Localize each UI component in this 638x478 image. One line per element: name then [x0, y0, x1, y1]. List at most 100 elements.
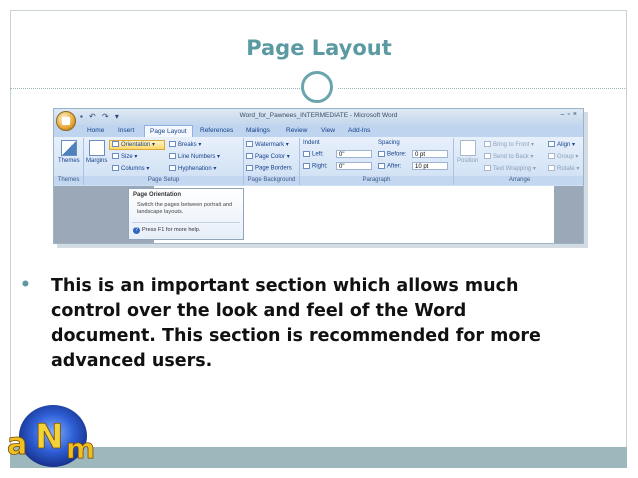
- text-wrapping-icon: [484, 165, 491, 172]
- logo-letter-a: a: [7, 427, 27, 462]
- orientation-tooltip: Page Orientation Switch the pages betwee…: [128, 188, 244, 240]
- align-label: Align: [557, 142, 571, 148]
- indent-left-icon: [303, 151, 310, 157]
- align-button[interactable]: Align ▾: [548, 141, 575, 148]
- logo-letter-n: N: [35, 417, 63, 457]
- send-to-back-button[interactable]: Send to Back ▾: [484, 153, 533, 160]
- watermark-label: Watermark: [255, 142, 285, 148]
- spacing-before-field[interactable]: 0 pt: [412, 150, 448, 158]
- bring-to-front-button[interactable]: Bring to Front ▾: [484, 141, 534, 148]
- logo-letter-m: m: [66, 432, 95, 465]
- tab-home[interactable]: Home: [87, 127, 104, 134]
- breaks-button[interactable]: Breaks ▾: [169, 141, 201, 148]
- page-borders-label: Page Borders: [255, 165, 292, 172]
- title-divider-left: [10, 88, 302, 89]
- size-icon: [112, 153, 119, 160]
- tab-view[interactable]: View: [321, 127, 335, 134]
- ribbon-tabs: Home Insert Page Layout References Maili…: [54, 125, 583, 137]
- indent-left-label: Left:: [303, 151, 324, 158]
- indent-left-field[interactable]: 0": [336, 150, 372, 158]
- word-ribbon-screenshot: ▪ ↶ ↷ ▾ Word_for_Pawnees_INTERMEDIATE - …: [53, 108, 584, 244]
- slide-title: Page Layout: [246, 36, 392, 60]
- group-themes: Themes Themes: [54, 138, 84, 185]
- tab-insert[interactable]: Insert: [118, 127, 134, 134]
- bullet-item: • This is an important section which all…: [20, 274, 577, 374]
- group-label-text: Group: [557, 154, 574, 160]
- tab-page-layout[interactable]: Page Layout: [144, 125, 193, 137]
- tab-mailings[interactable]: Mailings: [246, 127, 270, 134]
- columns-label: Columns: [121, 166, 145, 172]
- indent-right-field[interactable]: 0": [336, 162, 372, 170]
- group-icon: [548, 153, 555, 160]
- orientation-button[interactable]: Orientation ▾: [112, 141, 155, 148]
- bullet-icon: •: [20, 275, 31, 295]
- indent-right-label: Right:: [303, 163, 328, 170]
- bring-to-front-icon: [484, 141, 491, 148]
- group-arrange: Position Bring to Front ▾ Send to Back ▾…: [454, 138, 583, 185]
- breaks-label: Breaks: [178, 142, 197, 148]
- hyphenation-icon: [169, 165, 176, 172]
- watermark-button[interactable]: Watermark ▾: [246, 141, 289, 148]
- group-label-themes: Themes: [54, 176, 83, 185]
- indent-heading: Indent: [303, 140, 320, 146]
- spacing-after-label: After:: [378, 163, 401, 170]
- rotate-button[interactable]: Rotate ▾: [548, 165, 579, 172]
- themes-button[interactable]: Themes: [58, 158, 80, 164]
- group-button[interactable]: Group ▾: [548, 153, 578, 160]
- spacing-after-field[interactable]: 10 pt: [412, 162, 448, 170]
- indent-right-icon: [303, 163, 310, 169]
- window-controls[interactable]: –▫×: [561, 111, 580, 118]
- tab-add-ins[interactable]: Add-Ins: [348, 127, 370, 134]
- page-color-label: Page Color: [255, 154, 286, 160]
- bullet-text: This is an important section which allow…: [51, 276, 541, 371]
- group-page-background: Watermark ▾ Page Color ▾ Page Borders Pa…: [244, 138, 300, 185]
- title-divider-right: [338, 88, 627, 89]
- tooltip-help-text: Press F1 for more help.: [142, 227, 201, 233]
- page-color-button[interactable]: Page Color ▾: [246, 153, 290, 160]
- tooltip-title: Page Orientation: [133, 192, 182, 198]
- text-wrapping-label: Text Wrapping: [493, 166, 532, 172]
- send-to-back-label: Send to Back: [493, 154, 529, 160]
- group-label-page-setup: Page Setup: [84, 176, 243, 185]
- spacing-before-text: Before:: [387, 151, 407, 158]
- ribbon: Themes Themes Margins Orientation ▾ Size…: [54, 137, 583, 187]
- hyphenation-button[interactable]: Hyphenation ▾: [169, 165, 216, 172]
- margins-icon: [89, 140, 105, 156]
- window-title: Word_for_Pawnees_INTERMEDIATE - Microsof…: [239, 112, 398, 119]
- group-page-setup: Margins Orientation ▾ Size ▾ Columns ▾ B…: [84, 138, 244, 185]
- indent-right-text: Right:: [312, 163, 328, 170]
- help-icon: ?: [133, 227, 140, 234]
- office-button-icon[interactable]: [56, 111, 76, 131]
- size-button[interactable]: Size ▾: [112, 153, 137, 160]
- text-wrapping-button[interactable]: Text Wrapping ▾: [484, 165, 536, 172]
- group-label-page-background: Page Background: [244, 176, 299, 185]
- breaks-icon: [169, 141, 176, 148]
- margins-button[interactable]: Margins: [86, 158, 107, 164]
- columns-button[interactable]: Columns ▾: [112, 165, 149, 172]
- themes-icon: [61, 140, 77, 156]
- line-numbers-button[interactable]: Line Numbers ▾: [169, 153, 220, 160]
- rotate-icon: [548, 165, 555, 172]
- page-borders-button[interactable]: Page Borders: [246, 165, 292, 172]
- line-numbers-icon: [169, 153, 176, 160]
- columns-icon: [112, 165, 119, 172]
- align-icon: [548, 141, 555, 148]
- anm-logo: a N m: [7, 405, 96, 467]
- spacing-before-label: Before:: [378, 151, 406, 158]
- spacing-after-icon: [378, 163, 385, 169]
- line-numbers-label: Line Numbers: [178, 154, 216, 160]
- spacing-before-icon: [378, 151, 385, 157]
- hyphenation-label: Hyphenation: [178, 166, 212, 172]
- tooltip-separator: [132, 222, 240, 223]
- position-button[interactable]: Position: [457, 158, 478, 164]
- tab-references[interactable]: References: [200, 127, 233, 134]
- group-paragraph: Indent Left: 0" Right: 0" Spacing Before…: [300, 138, 454, 185]
- group-label-paragraph: Paragraph: [300, 176, 453, 185]
- tab-review[interactable]: Review: [286, 127, 307, 134]
- send-to-back-icon: [484, 153, 491, 160]
- page-borders-icon: [246, 165, 253, 171]
- orientation-label: Orientation: [121, 142, 151, 148]
- group-label-arrange: Arrange: [454, 176, 583, 185]
- spacing-heading: Spacing: [378, 140, 400, 146]
- orientation-icon: [112, 141, 119, 148]
